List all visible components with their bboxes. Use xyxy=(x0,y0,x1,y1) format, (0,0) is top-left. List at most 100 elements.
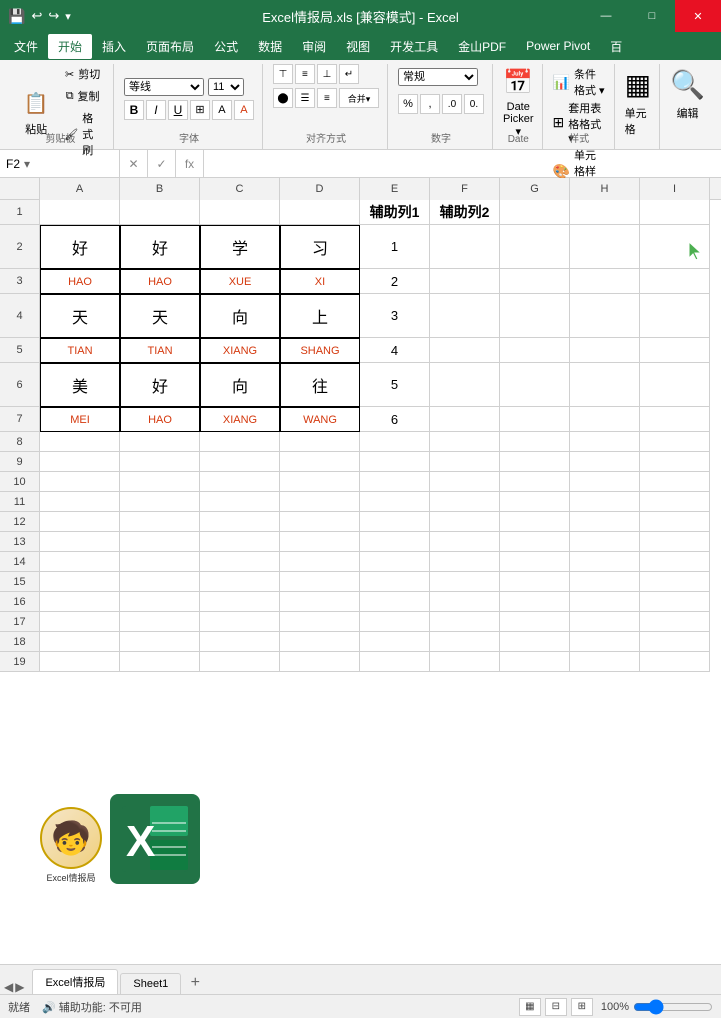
customize-icon[interactable]: ▾ xyxy=(65,10,71,23)
row-header-16[interactable]: 16 xyxy=(0,592,40,612)
cell-i14[interactable] xyxy=(640,552,710,572)
cell-b18[interactable] xyxy=(120,632,200,652)
menu-home[interactable]: 开始 xyxy=(48,34,92,59)
cell-i16[interactable] xyxy=(640,592,710,612)
cell-c2[interactable]: 学 xyxy=(200,225,280,269)
cell-f19[interactable] xyxy=(430,652,500,672)
row-header-6[interactable]: 6 xyxy=(0,363,40,407)
cell-e1[interactable]: 辅助列1 xyxy=(360,200,430,225)
cell-i8[interactable] xyxy=(640,432,710,452)
cell-h2[interactable] xyxy=(570,225,640,269)
align-top-button[interactable]: ⊤ xyxy=(273,64,293,84)
row-header-14[interactable]: 14 xyxy=(0,552,40,572)
row-header-19[interactable]: 19 xyxy=(0,652,40,672)
cell-g4[interactable] xyxy=(500,294,570,338)
align-left-button[interactable]: ⬤ xyxy=(273,88,293,108)
align-right-button[interactable]: ≡ xyxy=(317,88,337,108)
cell-d19[interactable] xyxy=(280,652,360,672)
cell-i9[interactable] xyxy=(640,452,710,472)
cell-i7[interactable] xyxy=(640,407,710,432)
cell-c8[interactable] xyxy=(200,432,280,452)
cell-a3[interactable]: HAO xyxy=(40,269,120,294)
menu-file[interactable]: 文件 xyxy=(4,34,48,59)
cell-h9[interactable] xyxy=(570,452,640,472)
cell-a13[interactable] xyxy=(40,532,120,552)
align-bottom-button[interactable]: ⊥ xyxy=(317,64,337,84)
cell-h4[interactable] xyxy=(570,294,640,338)
edit-button[interactable]: 编辑 xyxy=(677,105,699,121)
cell-a2[interactable]: 好 xyxy=(40,225,120,269)
cell-i3[interactable] xyxy=(640,269,710,294)
cut-button[interactable]: ✂ 剪切 xyxy=(60,64,105,84)
cell-e4[interactable]: 3 xyxy=(360,294,430,338)
number-format-select[interactable]: 常规 xyxy=(398,68,478,86)
cell-i13[interactable] xyxy=(640,532,710,552)
menu-power-pivot[interactable]: Power Pivot xyxy=(516,35,600,57)
cell-f9[interactable] xyxy=(430,452,500,472)
percent-button[interactable]: % xyxy=(398,94,418,114)
cell-e13[interactable] xyxy=(360,532,430,552)
cell-b15[interactable] xyxy=(120,572,200,592)
cell-f2[interactable] xyxy=(430,225,500,269)
cell-g16[interactable] xyxy=(500,592,570,612)
cell-d15[interactable] xyxy=(280,572,360,592)
cell-b4[interactable]: 天 xyxy=(120,294,200,338)
add-sheet-button[interactable]: + xyxy=(183,972,207,994)
formula-confirm[interactable]: ✓ xyxy=(148,150,176,177)
menu-extra[interactable]: 百 xyxy=(600,34,632,59)
cell-c10[interactable] xyxy=(200,472,280,492)
cell-a15[interactable] xyxy=(40,572,120,592)
cell-a12[interactable] xyxy=(40,512,120,532)
cell-a5[interactable]: TIAN xyxy=(40,338,120,363)
cell-e17[interactable] xyxy=(360,612,430,632)
row-header-4[interactable]: 4 xyxy=(0,294,40,338)
cell-d18[interactable] xyxy=(280,632,360,652)
col-header-d[interactable]: D xyxy=(280,178,360,200)
cell-e3[interactable]: 2 xyxy=(360,269,430,294)
cell-e19[interactable] xyxy=(360,652,430,672)
cell-h15[interactable] xyxy=(570,572,640,592)
cell-d12[interactable] xyxy=(280,512,360,532)
cell-d2[interactable]: 习 xyxy=(280,225,360,269)
cell-h11[interactable] xyxy=(570,492,640,512)
cell-i10[interactable] xyxy=(640,472,710,492)
decrease-decimal-button[interactable]: 0. xyxy=(464,94,484,114)
cell-a1[interactable] xyxy=(40,200,120,225)
cell-d14[interactable] xyxy=(280,552,360,572)
sheet-tab-sheet1[interactable]: Sheet1 xyxy=(120,973,181,994)
cell-i2[interactable] xyxy=(640,225,710,269)
cell-f6[interactable] xyxy=(430,363,500,407)
row-header-18[interactable]: 18 xyxy=(0,632,40,652)
font-family-select[interactable]: 等线 xyxy=(124,78,204,96)
cell-i4[interactable] xyxy=(640,294,710,338)
row-header-15[interactable]: 15 xyxy=(0,572,40,592)
cell-f11[interactable] xyxy=(430,492,500,512)
formula-input[interactable] xyxy=(204,157,721,171)
cell-e12[interactable] xyxy=(360,512,430,532)
cell-g7[interactable] xyxy=(500,407,570,432)
col-header-a[interactable]: A xyxy=(40,178,120,200)
cell-e5[interactable]: 4 xyxy=(360,338,430,363)
cell-c19[interactable] xyxy=(200,652,280,672)
cell-a8[interactable] xyxy=(40,432,120,452)
cell-a16[interactable] xyxy=(40,592,120,612)
sheet-nav-right[interactable]: ▶ xyxy=(15,980,24,994)
cell-h16[interactable] xyxy=(570,592,640,612)
menu-page-layout[interactable]: 页面布局 xyxy=(136,34,204,59)
cell-i18[interactable] xyxy=(640,632,710,652)
cell-g6[interactable] xyxy=(500,363,570,407)
redo-icon[interactable]: ↪ xyxy=(48,8,59,24)
cell-f8[interactable] xyxy=(430,432,500,452)
cell-h3[interactable] xyxy=(570,269,640,294)
minimize-button[interactable]: — xyxy=(583,0,629,32)
cell-e16[interactable] xyxy=(360,592,430,612)
cell-g2[interactable] xyxy=(500,225,570,269)
underline-button[interactable]: U xyxy=(168,100,188,120)
cell-i1[interactable] xyxy=(640,200,710,225)
row-header-1[interactable]: 1 xyxy=(0,200,40,225)
cell-c9[interactable] xyxy=(200,452,280,472)
cell-c17[interactable] xyxy=(200,612,280,632)
cell-i17[interactable] xyxy=(640,612,710,632)
cell-e11[interactable] xyxy=(360,492,430,512)
cell-e8[interactable] xyxy=(360,432,430,452)
